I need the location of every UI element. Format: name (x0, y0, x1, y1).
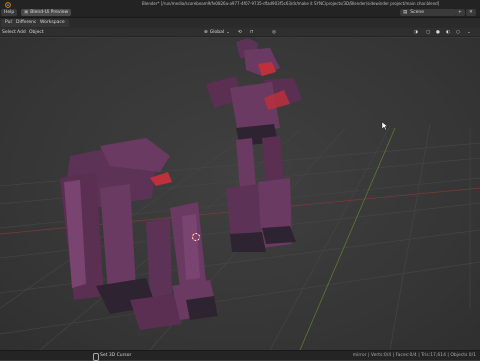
blender-logo-icon[interactable] (3, 2, 12, 8)
top-menu-bar: Blender* [/run/media/scorebeam9/fe0826a-… (0, 0, 480, 18)
scene-new-icon[interactable]: + (455, 9, 465, 16)
status-right: mirror | Verts:0/4 | Faces:0/4 | Tris:17… (352, 353, 476, 358)
workspace-label: Blend-Ui Preview (30, 10, 69, 15)
scene-selector[interactable]: ▤ Scene (400, 9, 456, 16)
tab-workspace[interactable]: Workspace (36, 19, 69, 27)
overlay-icon[interactable]: ◑ (414, 29, 418, 36)
workspace-icon: ▣ (24, 10, 29, 15)
scene-icon: ▤ (403, 10, 408, 15)
proportional-edit-icon[interactable]: ◎ (272, 29, 276, 36)
standing-robot-model[interactable] (206, 38, 302, 252)
scene-label: Scene (410, 10, 424, 15)
select-menu[interactable]: Select (2, 29, 16, 36)
mouse-pointer-icon (381, 121, 389, 131)
3d-viewport[interactable] (0, 38, 480, 350)
chevron-down-icon: ⌄ (226, 30, 230, 35)
viewport-scene[interactable] (0, 38, 480, 350)
orientation-label: Global (209, 30, 225, 35)
viewport-header: Select Add Object ⊕ Global ⌄ ⟲ ⊓ ◎ ◑ ▢ ●… (0, 28, 480, 37)
close-icon[interactable]: ✕ (466, 9, 476, 16)
y-axis-line (299, 127, 396, 350)
orientation-icon: ⊕ (204, 30, 208, 35)
object-menu[interactable]: Object (29, 29, 44, 36)
shading-options-icon[interactable]: ⌄ (467, 29, 471, 36)
shading-material-icon[interactable]: ◐ (446, 29, 450, 36)
status-bar: Set 3D Cursor mirror | Verts:0/4 | Faces… (0, 350, 480, 361)
orientation-dropdown[interactable]: ⊕ Global ⌄ (204, 29, 230, 36)
shading-rendered-icon[interactable]: ○ (456, 29, 460, 36)
window-title: Blender* [/run/media/scorebeam9/fe0826a-… (142, 1, 440, 6)
help-menu[interactable]: Help (1, 9, 18, 16)
snap-icon[interactable]: ⊓ (250, 29, 254, 36)
tab-bar: Pulldown Difference Workspace (0, 18, 480, 28)
workspace-selector[interactable]: ▣ Blend-Ui Preview (21, 9, 72, 16)
xray-icon[interactable]: ▢ (426, 29, 430, 36)
status-left: Set 3D Cursor (100, 353, 132, 358)
add-menu[interactable]: Add (17, 29, 26, 36)
pivot-icon[interactable]: ⟲ (238, 29, 242, 36)
shading-solid-icon[interactable]: ● (436, 29, 440, 36)
